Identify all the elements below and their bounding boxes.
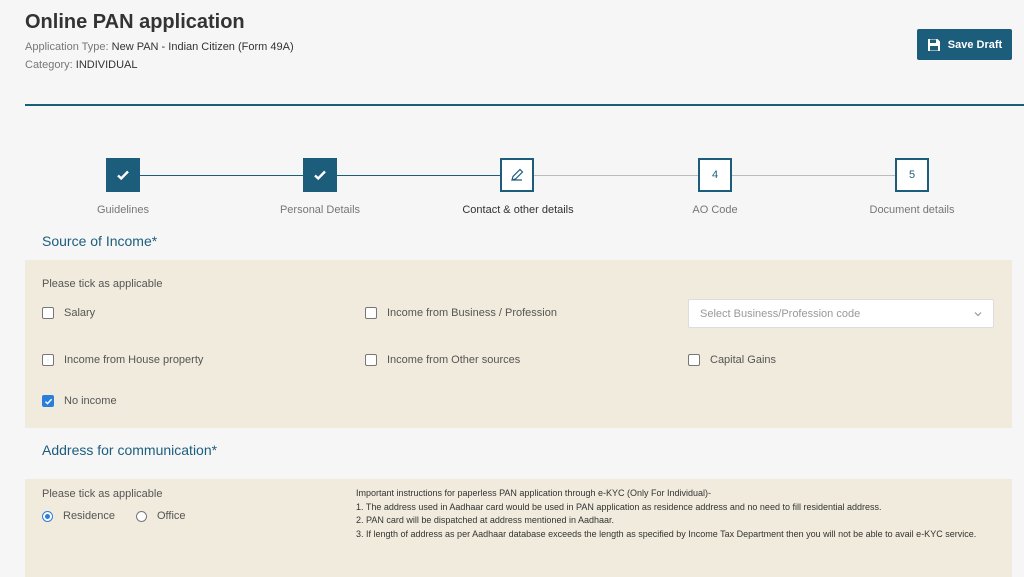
instructions-heading: Important instructions for paperless PAN… xyxy=(356,488,711,498)
step-connector xyxy=(732,175,895,176)
address-title: Address for communication* xyxy=(42,442,218,458)
page-title: Online PAN application xyxy=(25,11,245,33)
residence-radio[interactable] xyxy=(42,510,53,522)
application-type-label: Application Type: xyxy=(25,41,109,53)
source-of-income-title: Source of Income* xyxy=(42,233,158,249)
step-guidelines-marker[interactable] xyxy=(106,158,140,192)
step-connector xyxy=(534,175,698,176)
residence-label: Residence xyxy=(63,510,115,522)
pencil-icon xyxy=(511,168,524,181)
category-label: Category: xyxy=(25,59,73,71)
checkmark-icon xyxy=(314,170,326,181)
step-label-personal: Personal Details xyxy=(279,204,361,216)
header-divider xyxy=(25,104,1024,106)
business-income-checkbox[interactable] xyxy=(365,307,377,319)
category: Category: INDIVIDUAL xyxy=(25,59,138,71)
address-hint: Please tick as applicable xyxy=(42,488,163,500)
salary-checkbox[interactable] xyxy=(42,307,54,319)
save-draft-label: Save Draft xyxy=(947,38,1003,51)
application-type: Application Type: New PAN - Indian Citiz… xyxy=(25,41,294,53)
office-radio[interactable] xyxy=(136,510,147,522)
residence-option[interactable]: Residence xyxy=(42,510,115,522)
step-label-ao: AO Code xyxy=(692,204,738,216)
step-personal-marker[interactable] xyxy=(303,158,337,192)
no-income-label: No income xyxy=(64,395,117,407)
checkmark-icon xyxy=(44,398,52,405)
no-income-checkbox[interactable] xyxy=(42,395,54,407)
address-panel: Please tick as applicable Residence Offi… xyxy=(25,479,1012,577)
source-of-income-panel: Please tick as applicable Salary Income … xyxy=(25,260,1012,428)
no-income-option[interactable]: No income xyxy=(42,395,117,407)
other-sources-checkbox[interactable] xyxy=(365,354,377,366)
salary-option[interactable]: Salary xyxy=(42,307,95,319)
step-contact-marker[interactable] xyxy=(500,158,534,192)
floppy-disk-icon xyxy=(927,38,940,51)
step-connector xyxy=(337,175,500,176)
step-label-contact: Contact & other details xyxy=(462,204,574,216)
capital-gains-option[interactable]: Capital Gains xyxy=(688,354,776,366)
capital-gains-label: Capital Gains xyxy=(710,354,777,366)
capital-gains-checkbox[interactable] xyxy=(688,354,700,366)
instruction-line: 1. The address used in Aadhaar card woul… xyxy=(356,501,882,512)
progress-stepper: 4 5 Guidelines Personal Details Contact … xyxy=(0,158,1024,218)
instruction-line: 2. PAN card will be dispatched at addres… xyxy=(356,515,614,525)
step-label-document: Document details xyxy=(869,204,955,216)
house-property-checkbox[interactable] xyxy=(42,354,54,366)
business-code-select[interactable]: Select Business/Profession code xyxy=(688,299,994,328)
office-label: Office xyxy=(157,510,186,522)
other-sources-label: Income from Other sources xyxy=(387,354,521,366)
category-value: INDIVIDUAL xyxy=(75,59,138,71)
business-code-placeholder: Select Business/Profession code xyxy=(700,307,861,320)
ekyc-instructions: Important instructions for paperless PAN… xyxy=(356,487,1006,541)
checkmark-icon xyxy=(117,170,129,181)
step-ao-marker[interactable]: 4 xyxy=(698,158,732,192)
step-document-marker[interactable]: 5 xyxy=(895,158,929,192)
income-hint: Please tick as applicable xyxy=(42,278,163,290)
other-sources-option[interactable]: Income from Other sources xyxy=(365,354,520,366)
business-income-label: Income from Business / Profession xyxy=(387,307,557,319)
step-label-guidelines: Guidelines xyxy=(97,204,149,216)
application-type-value: New PAN - Indian Citizen (Form 49A) xyxy=(111,41,294,53)
pan-application-page: Online PAN application Application Type:… xyxy=(0,0,1024,577)
instruction-line: 3. If length of address as per Aadhaar d… xyxy=(356,528,977,539)
house-property-label: Income from House property xyxy=(64,354,204,366)
save-draft-button[interactable]: Save Draft xyxy=(917,29,1012,60)
office-option[interactable]: Office xyxy=(136,510,186,522)
house-property-option[interactable]: Income from House property xyxy=(42,354,203,366)
chevron-down-icon xyxy=(974,312,982,317)
business-income-option[interactable]: Income from Business / Profession xyxy=(365,307,557,319)
step-connector xyxy=(140,175,303,176)
salary-label: Salary xyxy=(64,307,96,319)
